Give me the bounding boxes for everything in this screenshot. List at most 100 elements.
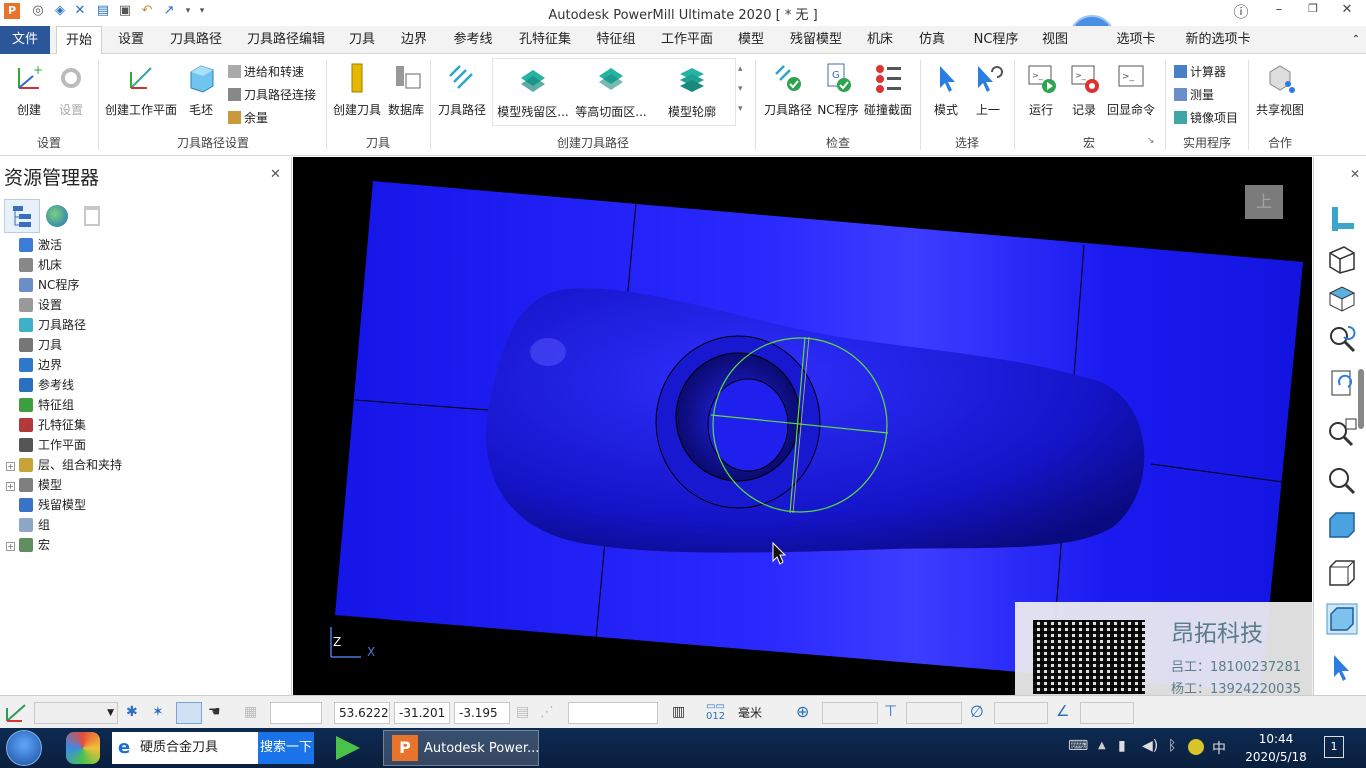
measure-button[interactable]: 测量: [1174, 86, 1214, 103]
keyboard-icon[interactable]: ⌨: [1068, 738, 1088, 754]
gallery-up-icon[interactable]: ▴: [738, 64, 743, 74]
coord-z-field[interactable]: -3.195: [454, 702, 510, 724]
help-icon[interactable]: ⓘ: [1226, 1, 1256, 21]
tool-length-field[interactable]: [906, 702, 962, 724]
tab-addons[interactable]: 选项卡: [1112, 26, 1160, 54]
coord-y-field[interactable]: -31.201: [394, 702, 450, 724]
diameter-field[interactable]: [994, 702, 1048, 724]
create-button[interactable]: + 创建: [8, 62, 50, 118]
tab-file[interactable]: 文件: [0, 26, 50, 54]
zoom-icon[interactable]: [1326, 465, 1358, 497]
tolerance-field[interactable]: [822, 702, 878, 724]
record-macro-button[interactable]: >_ 记录: [1064, 62, 1104, 118]
angle-field[interactable]: [1080, 702, 1134, 724]
tree-item[interactable]: NC程序: [6, 275, 79, 295]
workplane-view-icon[interactable]: [1326, 203, 1358, 235]
select-mode-button[interactable]: 模式: [926, 62, 966, 118]
calc-icon[interactable]: ▤: [516, 704, 529, 720]
tab-boundary[interactable]: 边界: [396, 26, 432, 54]
tab-home[interactable]: 开始: [56, 26, 102, 55]
close-button[interactable]: ✕: [1332, 2, 1362, 22]
select-cursor-icon[interactable]: [1326, 651, 1358, 683]
tab-model[interactable]: 模型: [734, 26, 768, 54]
distance-field[interactable]: [568, 702, 658, 724]
collision-button[interactable]: 碰撞截面: [862, 62, 914, 118]
gallery-more-icon[interactable]: ▾: [738, 104, 743, 114]
tab-setup[interactable]: 设置: [110, 26, 152, 54]
calculator-button[interactable]: 计算器: [1174, 63, 1226, 80]
mirror-button[interactable]: 镜像项目: [1174, 109, 1238, 126]
ime-icon[interactable]: 中: [1212, 738, 1226, 758]
tab-holes[interactable]: 孔特征集: [514, 26, 576, 54]
tree-item[interactable]: 边界: [6, 355, 62, 375]
refresh-icon[interactable]: [1326, 367, 1358, 399]
workplane-icon[interactable]: [4, 702, 28, 724]
toolbar-scrollbar[interactable]: [1358, 369, 1364, 429]
start-button[interactable]: [6, 730, 42, 766]
target-icon[interactable]: ⊕: [796, 702, 809, 721]
pick-icon[interactable]: ✶: [152, 704, 164, 720]
media-player-icon[interactable]: [330, 734, 362, 762]
tree-item[interactable]: 刀具路径: [6, 315, 86, 335]
security-icon[interactable]: [1188, 739, 1204, 755]
create-tool-button[interactable]: 创建刀具: [332, 62, 382, 118]
zoom-refresh-icon[interactable]: [1326, 323, 1358, 355]
toggle-mode-icon[interactable]: [176, 702, 202, 724]
tree-view-tab[interactable]: [4, 199, 40, 233]
shaded-wire-view-icon[interactable]: [1326, 603, 1358, 635]
tray-expand-icon[interactable]: ▲: [1098, 740, 1106, 751]
tab-toolpath[interactable]: 刀具路径: [164, 26, 228, 54]
tab-machine[interactable]: 机床: [862, 26, 898, 54]
iso-view-icon[interactable]: [1326, 243, 1358, 275]
tab-stock-model[interactable]: 残留模型: [784, 26, 848, 54]
tree-item[interactable]: 组: [6, 515, 50, 535]
trash-icon[interactable]: [84, 206, 100, 226]
echo-commands-button[interactable]: >_ 回显命令: [1106, 62, 1156, 118]
tree-item[interactable]: 残留模型: [6, 495, 86, 515]
tree-item[interactable]: 设置: [6, 295, 62, 315]
toolpath-button[interactable]: 刀具路径: [436, 62, 488, 118]
workplane-select[interactable]: ▼: [34, 702, 118, 724]
toolpath-connect-button[interactable]: 刀具路径连接: [228, 86, 316, 103]
tab-simulation[interactable]: 仿真: [914, 26, 950, 54]
zoom-extents-icon[interactable]: [1326, 417, 1358, 449]
minimize-button[interactable]: –: [1264, 2, 1294, 22]
app-pinned-icon[interactable]: [66, 732, 100, 764]
tab-view[interactable]: 视图: [1040, 26, 1070, 54]
expand-icon[interactable]: +: [6, 482, 15, 491]
constant-z-button[interactable]: 等高切面区...: [574, 64, 648, 120]
tab-workplane[interactable]: 工作平面: [656, 26, 718, 54]
bluetooth-icon[interactable]: ᛒ: [1168, 738, 1176, 754]
wireframe-view-icon[interactable]: [1326, 557, 1358, 589]
settings-button[interactable]: 设置: [50, 62, 92, 118]
allowance-button[interactable]: 余量: [228, 109, 268, 126]
coord-x-field[interactable]: 53.6222: [334, 702, 390, 724]
distance-icon[interactable]: ⋰: [540, 704, 554, 720]
expand-icon[interactable]: +: [6, 542, 15, 551]
share-view-button[interactable]: 共享视图: [1254, 62, 1306, 118]
tree-item[interactable]: 工作平面: [6, 435, 86, 455]
network-icon[interactable]: ▮: [1118, 738, 1126, 754]
feeds-speeds-button[interactable]: 进给和转速: [228, 63, 304, 80]
tree-item[interactable]: + 层、组合和夹持: [6, 455, 122, 475]
grid-settings-icon[interactable]: ▥: [672, 704, 685, 720]
tree-item[interactable]: 刀具: [6, 335, 62, 355]
check-toolpath-button[interactable]: 刀具路径: [762, 62, 814, 118]
expand-icon[interactable]: +: [6, 462, 15, 471]
database-button[interactable]: 数据库: [386, 62, 426, 118]
diameter-icon[interactable]: ∅: [970, 702, 984, 721]
notification-center-icon[interactable]: 1: [1324, 736, 1344, 758]
block-button[interactable]: 毛坯: [184, 62, 218, 118]
dialog-launcher-icon[interactable]: ↘: [1147, 136, 1155, 146]
empty-field[interactable]: [270, 702, 322, 724]
close-icon[interactable]: ✕: [1350, 167, 1360, 181]
model-rest-button[interactable]: 模型残留区...: [496, 64, 570, 120]
check-nc-button[interactable]: G NC程序: [816, 62, 860, 118]
tab-features[interactable]: 特征组: [592, 26, 640, 54]
model-profile-button[interactable]: 模型轮廓: [656, 64, 728, 120]
tree-item[interactable]: 机床: [6, 255, 62, 275]
globe-icon[interactable]: [46, 205, 68, 227]
tab-pattern[interactable]: 参考线: [448, 26, 498, 54]
close-icon[interactable]: ✕: [270, 167, 281, 182]
tree-item[interactable]: + 模型: [6, 475, 62, 495]
